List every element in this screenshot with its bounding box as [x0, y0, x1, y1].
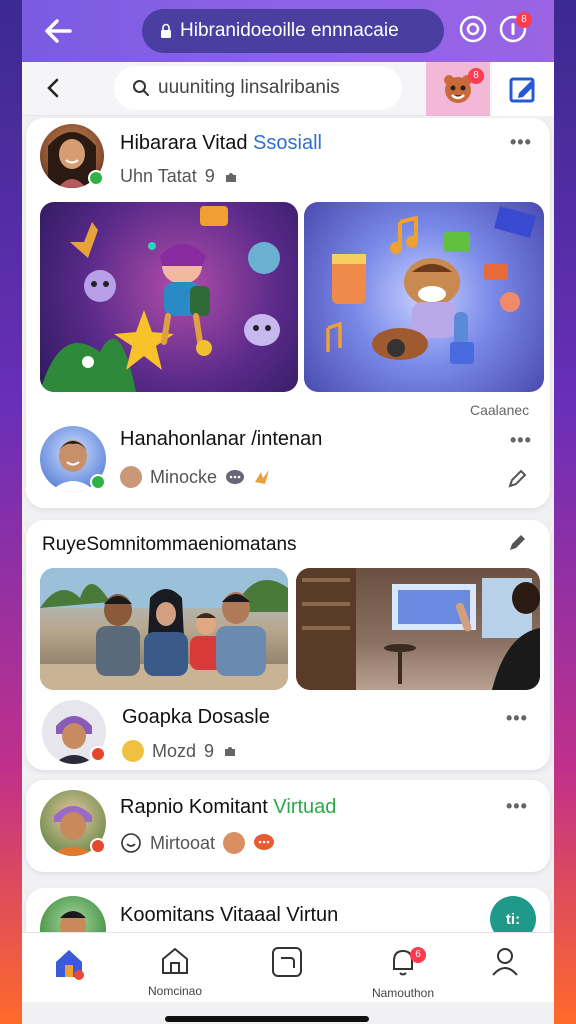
bottom-navigation: Nomcinao 6 Namouthon [22, 932, 554, 1002]
nav-store[interactable]: Nomcinao [140, 945, 210, 998]
post-author-name[interactable]: Koomitans Vitaaal Virtun [120, 904, 338, 927]
chevron-left-icon[interactable] [40, 74, 68, 102]
game-characters-illustration [40, 206, 280, 392]
post-image-music-art[interactable] [304, 202, 544, 392]
search-placeholder: uuuniting linsalribanis [158, 77, 340, 98]
post-author-name[interactable]: Hibarara Vitad Ssosiall [120, 132, 322, 155]
compose-button[interactable] [492, 62, 554, 116]
section-title: RuyeSomnitommaeniomatans [42, 534, 297, 555]
store-icon [162, 947, 188, 974]
nav-store-label: Nomcinao [147, 984, 203, 998]
search-row: uuuniting linsalribanis 8 [22, 62, 554, 116]
small-avatar-icon [223, 832, 246, 854]
back-arrow-icon[interactable] [40, 14, 76, 48]
profile-avatar-button[interactable]: 8 [426, 62, 490, 116]
nav-profile[interactable] [470, 945, 540, 984]
post-author-name[interactable]: Rapnio Komitant Virtuad [120, 796, 336, 819]
avatar-badge: 8 [468, 68, 484, 84]
compose-icon [509, 77, 535, 103]
family-photo-illustration [40, 568, 288, 690]
author-name-accent: Ssosiall [253, 132, 322, 154]
post-caption: Caalanec [470, 402, 530, 418]
post-meta-text: Mirtooat [150, 832, 216, 853]
nav-notifications[interactable]: 6 Namouthon [368, 945, 438, 1000]
more-options-icon[interactable]: ••• [510, 132, 532, 153]
online-status-dot [88, 170, 104, 186]
small-avatar-icon [120, 466, 142, 488]
section-card: RuyeSomnitommaeniomatans Goapka Dosasle … [26, 520, 550, 770]
puzzle-icon [225, 172, 236, 182]
post-meta: Minocke [120, 466, 271, 488]
emoji-avatar-icon [122, 740, 144, 762]
post-meta: Uhn Tatat 9 [120, 166, 239, 187]
more-options-icon[interactable]: ••• [510, 430, 532, 451]
post-meta: Mozd 9 [122, 740, 238, 762]
status-dot [90, 838, 106, 854]
search-input[interactable]: uuuniting linsalribanis [114, 66, 402, 110]
more-options-icon[interactable]: ••• [506, 708, 528, 729]
chat-bubble-icon [254, 834, 275, 850]
post-meta-count: 9 [204, 740, 215, 761]
post-meta-text: Minocke [150, 466, 218, 487]
post-meta-text: Mozd [152, 740, 197, 761]
post-image-family-photo[interactable] [40, 568, 288, 690]
post-meta-count: 9 [204, 166, 215, 186]
author-name-accent: Virtuad [273, 796, 337, 818]
pencil-icon[interactable] [506, 532, 528, 554]
browser-top-bar: Hibranidoeoille ennnacaie 8 [22, 0, 554, 62]
author-name-text: Rapnio Komitant [120, 796, 274, 818]
app-screen: Hibranidoeoille ennnacaie 8 uuuniting li… [22, 0, 554, 1024]
puzzle-icon [225, 747, 236, 756]
more-options-icon[interactable]: ••• [506, 796, 528, 817]
address-text: Hibranidoeoille ennnacaie [180, 20, 399, 41]
home-icon [56, 950, 84, 980]
lock-icon [161, 23, 171, 38]
target-icon[interactable] [458, 14, 488, 44]
edit-icon[interactable] [506, 468, 528, 490]
post-meta: Mirtooat [120, 832, 275, 854]
music-character-illustration [326, 206, 536, 364]
nav-home[interactable] [34, 945, 104, 988]
living-room-illustration [296, 568, 540, 690]
address-bar[interactable]: Hibranidoeoille ennnacaie [142, 9, 444, 53]
post-author-name[interactable]: Hanahonlanar /intenan [120, 428, 322, 451]
nav-notifications-label: Namouthon [371, 986, 435, 1000]
nav-create[interactable] [252, 945, 322, 986]
profile-icon [492, 948, 518, 976]
create-post-icon [272, 947, 302, 977]
notification-badge: 6 [410, 947, 426, 963]
post-meta-text: Uhn Tatat [120, 166, 197, 186]
online-status-dot [90, 474, 106, 490]
smile-icon [121, 833, 141, 853]
author-name-text: Hibarara Vitad [120, 132, 254, 154]
chat-bubble-icon [226, 470, 245, 484]
post-card: Hibarara Vitad Ssosiall ••• Uhn Tatat 9 [26, 118, 550, 508]
post-card: Rapnio Komitant Virtuad ••• Mirtooat [26, 780, 550, 872]
post-image-game-art[interactable] [40, 202, 298, 392]
post-image-living-room[interactable] [296, 568, 540, 690]
notification-badge: 8 [516, 12, 532, 28]
post-author-name[interactable]: Goapka Dosasle [122, 706, 270, 729]
search-icon [133, 80, 149, 96]
home-indicator[interactable] [165, 1016, 369, 1022]
animal-sticker-icon [255, 470, 270, 484]
notifications-button[interactable]: 8 [498, 12, 532, 48]
status-dot [90, 746, 106, 762]
